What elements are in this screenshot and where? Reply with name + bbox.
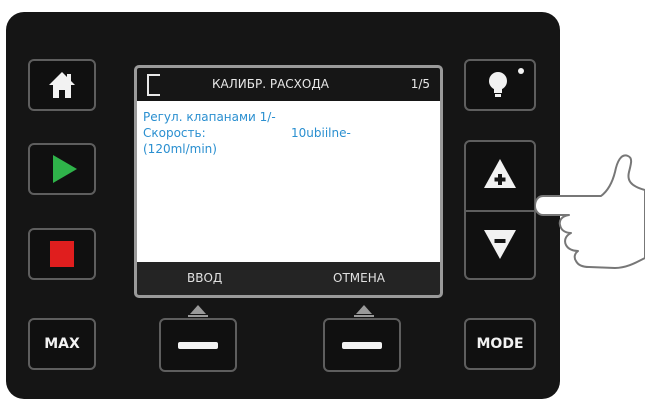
speed-value: 10ubiilne-	[291, 126, 351, 140]
mode-button[interactable]: MODE	[464, 318, 536, 370]
speed-label: Скорость:	[143, 126, 206, 140]
stop-button[interactable]	[28, 228, 96, 280]
screen-softkey-bar: ВВОД ОТМЕНА	[137, 262, 440, 295]
pump-control-panel: MAX КАЛИБР. РАСХОДА 1/5 Регул. клапанами…	[6, 12, 560, 399]
stop-icon	[50, 241, 74, 267]
screen-page-indicator: 1/5	[410, 77, 430, 91]
minus-dash-icon	[342, 342, 382, 349]
light-button[interactable]	[464, 59, 536, 111]
arrow-up-plus-icon	[484, 159, 516, 188]
speed-line: Скорость: 10ubiilne-	[143, 125, 440, 141]
max-button-label: MAX	[44, 336, 80, 352]
play-icon	[53, 155, 77, 183]
max-button[interactable]: MAX	[28, 318, 96, 370]
up-plus-button[interactable]	[466, 142, 534, 210]
flow-rate-line: (120ml/min)	[143, 142, 217, 156]
bracket-icon	[147, 74, 160, 96]
down-minus-button[interactable]	[466, 212, 534, 278]
screen-body: Регул. клапанами 1/- Скорость: 10ubiilne…	[137, 101, 440, 262]
softkey-left-button[interactable]	[159, 318, 237, 372]
screen-header: КАЛИБР. РАСХОДА 1/5	[137, 68, 440, 101]
home-icon	[49, 72, 75, 98]
pointing-hand-icon	[535, 154, 645, 269]
mode-button-label: MODE	[476, 336, 524, 352]
softkey-right-label: ОТМЕНА	[333, 271, 385, 285]
minus-dash-icon	[178, 342, 218, 349]
softkey-right-button[interactable]	[323, 318, 401, 372]
up-down-rocker	[464, 140, 536, 280]
home-button[interactable]	[28, 59, 96, 111]
lcd-screen: КАЛИБР. РАСХОДА 1/5 Регул. клапанами 1/-…	[134, 65, 443, 298]
screen-title: КАЛИБР. РАСХОДА	[212, 77, 329, 91]
softkey-left-label: ВВОД	[187, 271, 223, 285]
start-button[interactable]	[28, 143, 96, 195]
arrow-down-minus-icon	[484, 230, 516, 259]
lightbulb-icon	[489, 68, 524, 97]
flow-valve-line: Регул. клапанами 1/-	[143, 110, 276, 124]
